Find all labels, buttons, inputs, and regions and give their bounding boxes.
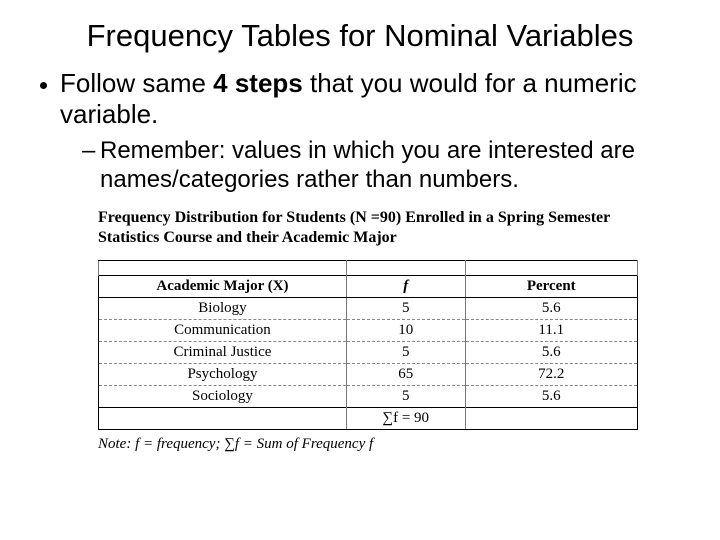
sub-bullet-1: Remember: values in which you are intere… bbox=[82, 137, 692, 194]
table-spacer-row bbox=[99, 260, 638, 275]
sub-bullet-list: Remember: values in which you are intere… bbox=[82, 137, 692, 194]
cell-pct: 5.6 bbox=[465, 297, 637, 319]
cell-f: 10 bbox=[346, 319, 465, 341]
cell-total-pct bbox=[465, 407, 637, 429]
bullet1-pre: Follow same bbox=[60, 68, 213, 98]
cell-total-f: ∑f = 90 bbox=[346, 407, 465, 429]
table-row: Communication 10 11.1 bbox=[99, 319, 638, 341]
bullet-item-1: Follow same 4 steps that you would for a… bbox=[60, 68, 692, 194]
cell-major: Psychology bbox=[99, 363, 347, 385]
cell-major: Criminal Justice bbox=[99, 341, 347, 363]
table-row: Sociology 5 5.6 bbox=[99, 385, 638, 407]
frequency-table: Academic Major (X) f Percent Biology 5 5… bbox=[98, 260, 638, 430]
slide-title: Frequency Tables for Nominal Variables bbox=[28, 18, 692, 54]
cell-total-major bbox=[99, 407, 347, 429]
cell-pct: 5.6 bbox=[465, 385, 637, 407]
cell-pct: 11.1 bbox=[465, 319, 637, 341]
frequency-table-block: Frequency Distribution for Students (N =… bbox=[98, 208, 638, 453]
bullet-list: Follow same 4 steps that you would for a… bbox=[38, 68, 692, 194]
header-percent: Percent bbox=[465, 275, 637, 297]
cell-major: Biology bbox=[99, 297, 347, 319]
header-major: Academic Major (X) bbox=[99, 275, 347, 297]
table-note: Note: f = frequency; ∑f = Sum of Frequen… bbox=[98, 436, 638, 453]
table-title: Frequency Distribution for Students (N =… bbox=[98, 208, 638, 248]
table-total-row: ∑f = 90 bbox=[99, 407, 638, 429]
cell-f: 5 bbox=[346, 341, 465, 363]
cell-f: 5 bbox=[346, 297, 465, 319]
table-row: Psychology 65 72.2 bbox=[99, 363, 638, 385]
cell-f: 5 bbox=[346, 385, 465, 407]
cell-major: Sociology bbox=[99, 385, 347, 407]
table-row: Criminal Justice 5 5.6 bbox=[99, 341, 638, 363]
header-f: f bbox=[346, 275, 465, 297]
bullet1-bold: 4 steps bbox=[213, 68, 303, 98]
cell-pct: 5.6 bbox=[465, 341, 637, 363]
cell-f: 65 bbox=[346, 363, 465, 385]
cell-major: Communication bbox=[99, 319, 347, 341]
table-row: Biology 5 5.6 bbox=[99, 297, 638, 319]
table-header-row: Academic Major (X) f Percent bbox=[99, 275, 638, 297]
slide: Frequency Tables for Nominal Variables F… bbox=[0, 0, 720, 540]
cell-pct: 72.2 bbox=[465, 363, 637, 385]
